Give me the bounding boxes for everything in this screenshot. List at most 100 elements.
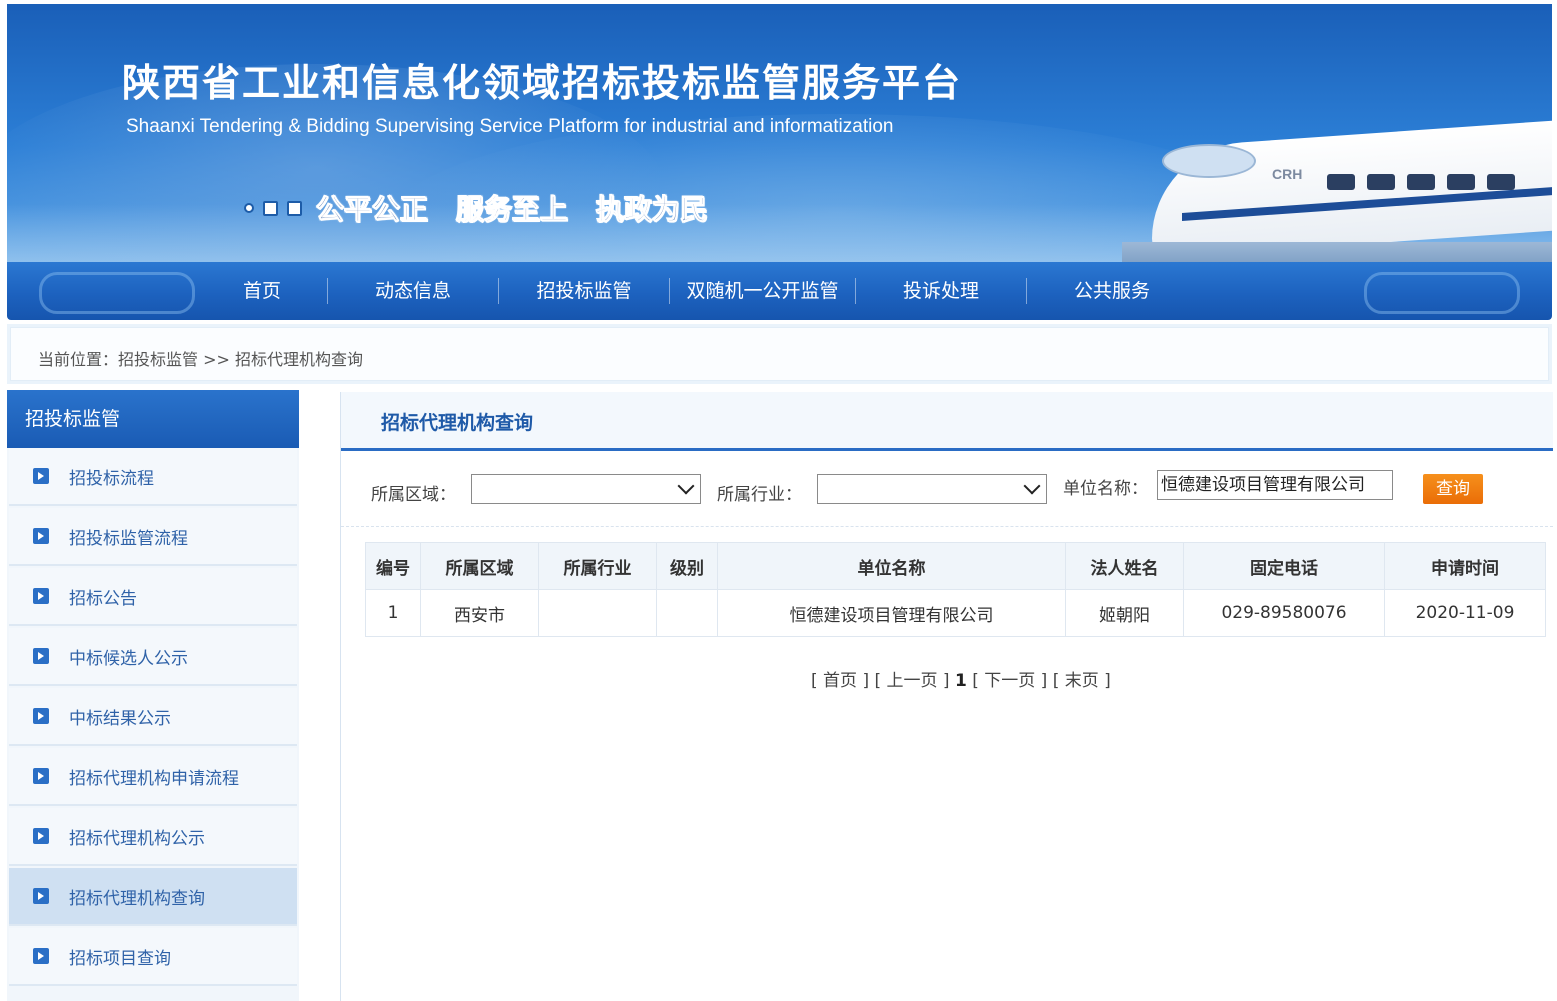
main-panel: 招标代理机构查询 所属区域： 所属行业： 单位名称： 恒德建设项目管理有限公司 …: [340, 392, 1553, 1001]
divider: [341, 526, 1553, 527]
company-name-label: 单位名称：: [1063, 479, 1148, 499]
sidebar-item-agency-apply[interactable]: 招标代理机构申请流程: [9, 748, 297, 806]
train-window: [1162, 144, 1256, 178]
sidebar-item-label: 招投标监管流程: [69, 528, 188, 549]
col-header-region: 所属区域: [420, 542, 539, 590]
train-window: [1447, 174, 1475, 190]
cell-legal-person: 姬朝阳: [1065, 589, 1184, 637]
col-header-level: 级别: [656, 542, 718, 590]
sidebar-item-label: 招标公告: [69, 588, 137, 609]
chevron-down-icon: [1023, 477, 1041, 495]
play-square-icon: [33, 888, 49, 904]
train-window: [1327, 174, 1355, 190]
nav-item-complaints[interactable]: 投诉处理: [856, 278, 1027, 304]
col-header-apply-date: 申请时间: [1384, 542, 1546, 590]
train-illustration: CRH: [1122, 114, 1552, 262]
sidebar-item-agency-notice[interactable]: 招标代理机构公示: [9, 808, 297, 866]
cell-id: 1: [365, 589, 421, 637]
sidebar: 招投标监管 招投标流程 招投标监管流程 招标公告 中标候选人公示 中标结果公示 …: [7, 390, 299, 1001]
pager-last[interactable]: [ 末页 ]: [1053, 671, 1111, 691]
cell-region: 西安市: [420, 589, 539, 637]
train-track: [1122, 242, 1552, 262]
sidebar-item-result-notice[interactable]: 中标结果公示: [9, 688, 297, 746]
cell-apply-date: 2020-11-09: [1384, 589, 1546, 637]
query-button[interactable]: 查询: [1423, 474, 1483, 504]
col-header-id: 编号: [365, 542, 421, 590]
company-name-input[interactable]: 恒德建设项目管理有限公司: [1157, 470, 1393, 500]
region-select[interactable]: [471, 474, 701, 504]
slogan-text: 公平公正: [315, 193, 429, 227]
sidebar-item-supervision-process[interactable]: 招投标监管流程: [9, 508, 297, 566]
nav-item-public-service[interactable]: 公共服务: [1027, 278, 1197, 304]
play-square-icon: [33, 948, 49, 964]
train-window: [1407, 174, 1435, 190]
sidebar-item-bidding-process[interactable]: 招投标流程: [9, 448, 297, 506]
page: 陕西省工业和信息化领域招标投标监管服务平台 Shaanxi Tendering …: [0, 0, 1557, 1001]
emblem-icon: [287, 200, 302, 216]
sidebar-item-label: 招投标流程: [69, 468, 154, 489]
sidebar-item-label: 招标代理机构公示: [69, 828, 205, 849]
nav-item-news[interactable]: 动态信息: [328, 278, 499, 304]
dot-icon: [244, 203, 254, 213]
breadcrumb: 当前位置：招投标监管 >> 招标代理机构查询: [38, 350, 363, 369]
train-badge: CRH: [1272, 166, 1303, 182]
pager-prev[interactable]: [ 上一页 ]: [874, 671, 949, 691]
search-form: 所属区域： 所属行业： 单位名称： 恒德建设项目管理有限公司 查询: [371, 470, 1541, 510]
play-square-icon: [33, 648, 49, 664]
sidebar-item-label: 招标代理机构查询: [69, 888, 205, 909]
slogan: 公平公正 服务至上 执政为民: [244, 188, 722, 228]
slogan-text: 执政为民: [596, 193, 709, 227]
sidebar-item-candidate-notice[interactable]: 中标候选人公示: [9, 628, 297, 686]
nav-item-bidding-supervision[interactable]: 招投标监管: [499, 278, 670, 304]
cell-phone: 029-89580076: [1183, 589, 1385, 637]
industry-label: 所属行业：: [717, 485, 802, 505]
sidebar-item-tender-notice[interactable]: 招标公告: [9, 568, 297, 626]
region-label: 所属区域：: [371, 485, 456, 505]
cell-company[interactable]: 恒德建设项目管理有限公司: [717, 589, 1066, 637]
col-header-phone: 固定电话: [1183, 542, 1385, 590]
industry-select[interactable]: [817, 474, 1047, 504]
pagination: [ 首页 ] [ 上一页 ] 1 [ 下一页 ] [ 末页 ]: [811, 666, 1111, 691]
train-window: [1487, 174, 1515, 190]
table-row: 1 西安市 恒德建设项目管理有限公司 姬朝阳 029-89580076 2020…: [365, 589, 1546, 637]
table-header-row: 编号 所属区域 所属行业 级别 单位名称 法人姓名 固定电话 申请时间: [365, 542, 1546, 590]
sidebar-item-project-query[interactable]: 招标项目查询: [9, 928, 297, 986]
panel-header: 招标代理机构查询: [341, 392, 1553, 451]
swirl-decoration: [1364, 272, 1520, 314]
site-subtitle: Shaanxi Tendering & Bidding Supervising …: [126, 116, 894, 137]
panel-title: 招标代理机构查询: [381, 412, 534, 434]
site-title: 陕西省工业和信息化领域招标投标监管服务平台: [122, 60, 963, 105]
col-header-legal-person: 法人姓名: [1065, 542, 1184, 590]
col-header-company: 单位名称: [717, 542, 1066, 590]
sidebar-item-label: 招标代理机构申请流程: [69, 768, 239, 789]
play-square-icon: [33, 588, 49, 604]
pager-current: 1: [954, 671, 967, 691]
play-square-icon: [33, 828, 49, 844]
sidebar-item-label: 中标结果公示: [69, 708, 171, 729]
emblem-icons: [244, 200, 302, 216]
pager-next[interactable]: [ 下一页 ]: [972, 671, 1047, 691]
cell-industry: [538, 589, 657, 637]
nav-item-random-supervision[interactable]: 双随机一公开监管: [670, 278, 856, 304]
swirl-decoration: [39, 272, 195, 314]
play-square-icon: [33, 768, 49, 784]
header-banner: 陕西省工业和信息化领域招标投标监管服务平台 Shaanxi Tendering …: [7, 4, 1552, 262]
sidebar-item-agency-query[interactable]: 招标代理机构查询: [9, 868, 297, 926]
col-header-industry: 所属行业: [538, 542, 657, 590]
agency-table: 编号 所属区域 所属行业 级别 单位名称 法人姓名 固定电话 申请时间 1 西安…: [365, 542, 1546, 637]
sidebar-title: 招投标监管: [7, 390, 299, 448]
play-square-icon: [33, 528, 49, 544]
emblem-icon: [263, 200, 278, 216]
sidebar-item-label: 中标候选人公示: [69, 648, 188, 669]
sidebar-item-label: 招标项目查询: [69, 948, 171, 969]
chevron-down-icon: [677, 477, 695, 495]
nav-item-home[interactable]: 首页: [197, 278, 328, 304]
train-window: [1367, 174, 1395, 190]
pager-first[interactable]: [ 首页 ]: [811, 671, 869, 691]
main-nav: 首页 动态信息 招投标监管 双随机一公开监管 投诉处理 公共服务: [7, 262, 1552, 320]
nav-list: 首页 动态信息 招投标监管 双随机一公开监管 投诉处理 公共服务: [197, 262, 1197, 320]
cell-level: [656, 589, 718, 637]
play-square-icon: [33, 708, 49, 724]
slogan-text: 服务至上: [456, 193, 569, 227]
play-square-icon: [33, 468, 49, 484]
